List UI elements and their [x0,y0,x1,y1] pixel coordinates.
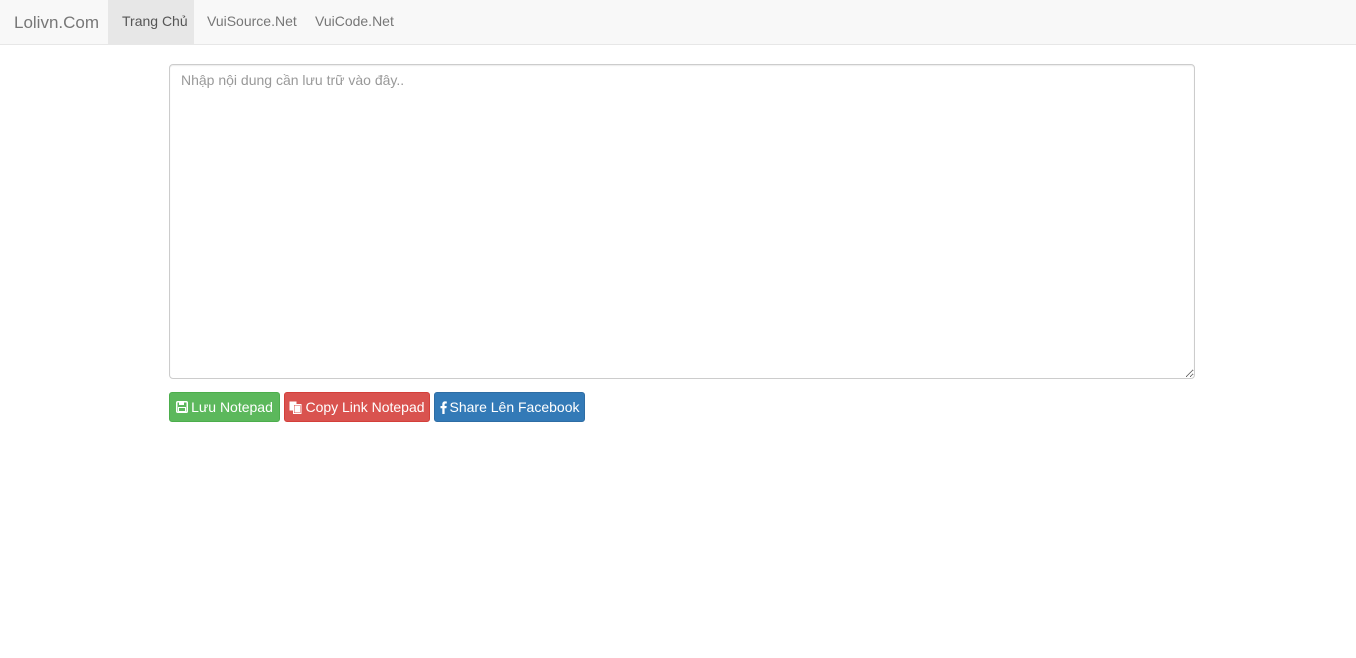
copy-icon [289,401,302,414]
floppy-disk-icon [176,401,189,413]
copy-link-label: Copy Link Notepad [305,399,425,415]
share-facebook-button[interactable]: Share Lên Facebook [434,392,585,422]
notepad-textarea[interactable] [169,64,1195,379]
save-notepad-button[interactable]: Lưu Notepad [169,392,280,422]
copy-link-button[interactable]: Copy Link Notepad [284,392,430,422]
navbar: Lolivn.Com Trang Chủ VuiSource.Net VuiCo… [0,0,1356,45]
nav-item-vuicode[interactable]: VuiCode.Net [301,0,401,44]
nav-menu: Trang Chủ VuiSource.Net VuiCode.Net [108,0,401,44]
brand-logo-link[interactable]: Lolivn.Com [14,0,99,45]
facebook-icon [440,400,447,414]
nav-item-vuisource[interactable]: VuiSource.Net [194,0,301,44]
share-facebook-label: Share Lên Facebook [449,399,580,415]
save-notepad-label: Lưu Notepad [191,399,273,415]
nav-item-trang-chu[interactable]: Trang Chủ [108,0,194,44]
